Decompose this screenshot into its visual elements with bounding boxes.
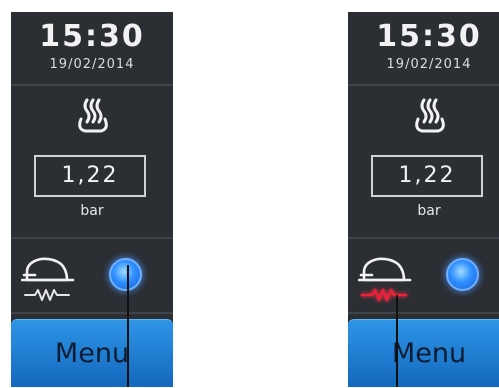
pressure-display: 1,22	[34, 155, 146, 197]
clock-time: 15:30	[376, 19, 482, 54]
callout-pointer-line	[396, 295, 398, 387]
divider	[11, 84, 173, 86]
pressure-unit: bar	[417, 203, 441, 219]
boiler-heater-icon	[21, 257, 75, 301]
divider	[348, 237, 499, 239]
pressure-display: 1,22	[371, 155, 483, 197]
steam-icon	[78, 98, 108, 133]
divider	[348, 84, 499, 86]
divider	[11, 312, 173, 314]
control-panel-left: 15:30 19/02/2014 1,22 bar Menu	[11, 12, 173, 387]
callout-pointer-line	[127, 265, 129, 387]
status-indicator-light	[446, 258, 479, 291]
clock-date: 19/02/2014	[386, 57, 472, 72]
boiler-heater-icon	[358, 257, 412, 302]
steam-icon	[415, 98, 445, 133]
divider	[11, 237, 173, 239]
clock-display: 15:30 19/02/2014	[11, 12, 173, 84]
clock-date: 19/02/2014	[49, 57, 135, 72]
pressure-unit: bar	[80, 203, 104, 219]
clock-time: 15:30	[39, 19, 145, 54]
menu-button[interactable]: Menu	[11, 319, 173, 387]
menu-button[interactable]: Menu	[348, 319, 499, 387]
divider	[348, 312, 499, 314]
status-indicator-light	[109, 258, 142, 291]
clock-display: 15:30 19/02/2014	[348, 12, 499, 84]
control-panel-right: 15:30 19/02/2014 1,22 bar Menu	[348, 12, 499, 387]
